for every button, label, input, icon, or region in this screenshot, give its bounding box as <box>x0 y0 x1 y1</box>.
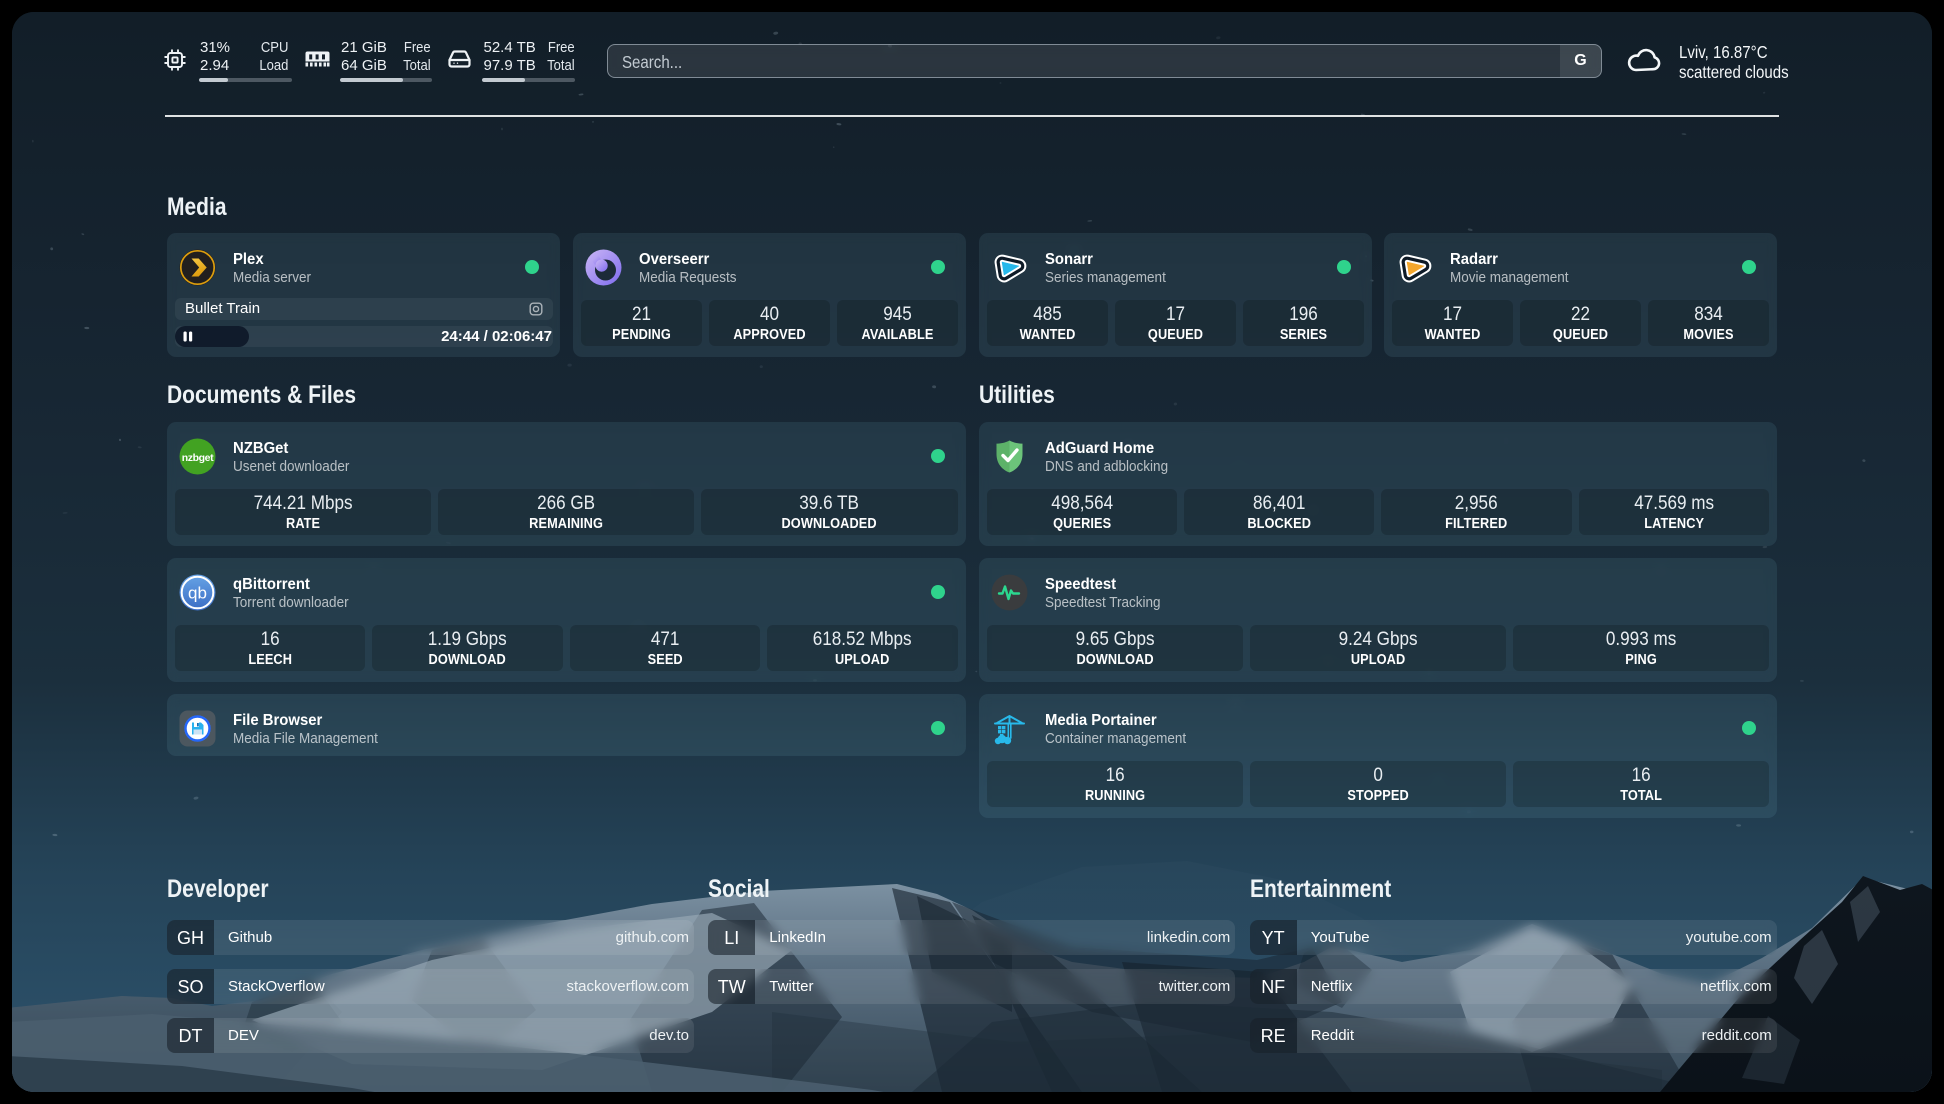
svg-text:nzbget: nzbget <box>182 452 214 464</box>
svg-text:qb: qb <box>188 584 207 603</box>
